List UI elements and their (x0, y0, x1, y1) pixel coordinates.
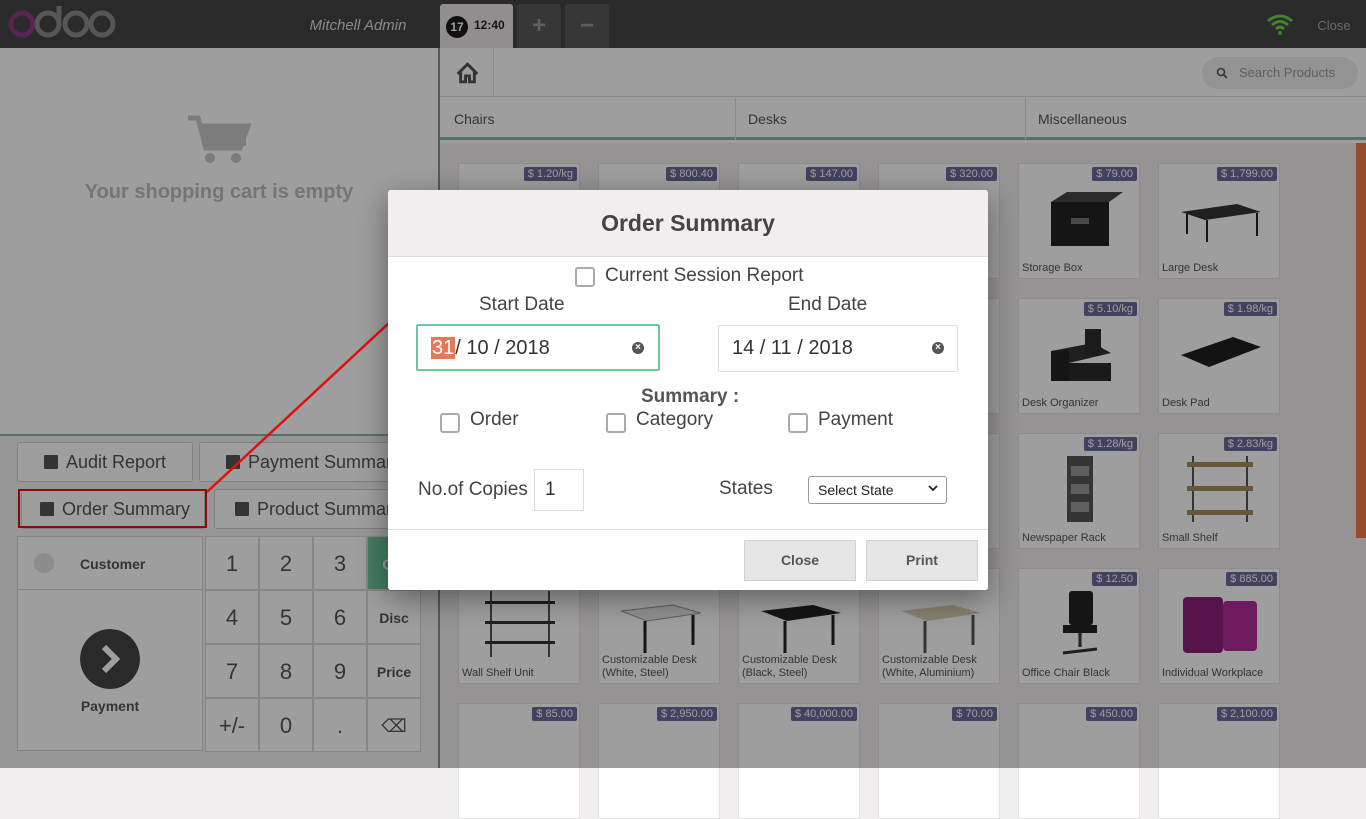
current-session-checkbox[interactable] (575, 267, 595, 287)
current-session-label: Current Session Report (605, 265, 804, 286)
payment-option-label: Payment (818, 409, 893, 430)
copies-label: No.of Copies (418, 479, 528, 500)
copies-input[interactable]: 1 (534, 469, 584, 511)
start-day-segment[interactable]: 31 (431, 337, 456, 359)
end-date-label: End Date (788, 294, 868, 315)
print-button[interactable]: Print (866, 540, 978, 581)
clear-start-date-icon[interactable]: × (632, 342, 644, 354)
order-option-label: Order (470, 409, 519, 430)
close-button[interactable]: Close (744, 540, 856, 581)
start-date-input[interactable]: 31/ 10 / 2018 (416, 324, 660, 371)
chevron-down-icon (928, 485, 938, 492)
end-date-input[interactable]: 14 / 11 / 2018 (718, 325, 958, 372)
state-select[interactable]: Select State (808, 476, 947, 504)
payment-checkbox[interactable] (788, 413, 808, 433)
summary-label: Summary : (641, 386, 740, 407)
order-checkbox[interactable] (440, 413, 460, 433)
category-option-label: Category (636, 409, 714, 430)
category-checkbox[interactable] (606, 413, 626, 433)
states-label: States (719, 478, 773, 499)
dialog-title: Order Summary (601, 210, 775, 236)
dialog-header: Order Summary (388, 190, 988, 257)
start-date-rest: / 10 / 2018 (455, 337, 550, 359)
start-date-label: Start Date (479, 294, 565, 315)
clear-end-date-icon[interactable]: × (932, 342, 944, 354)
